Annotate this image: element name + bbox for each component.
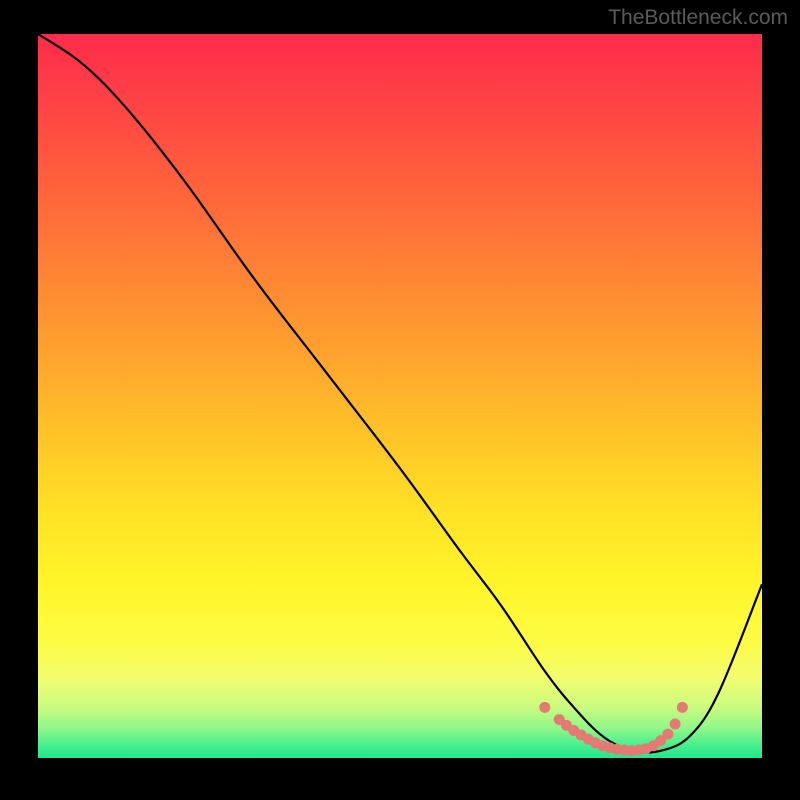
marker-dot bbox=[677, 702, 688, 713]
marker-dot bbox=[670, 718, 681, 729]
plot-area bbox=[38, 34, 762, 758]
curve-line bbox=[38, 34, 762, 753]
marker-dots bbox=[539, 702, 688, 756]
chart-svg bbox=[38, 34, 762, 758]
marker-dot bbox=[662, 729, 673, 740]
watermark-text: TheBottleneck.com bbox=[608, 6, 788, 30]
marker-dot bbox=[539, 702, 550, 713]
